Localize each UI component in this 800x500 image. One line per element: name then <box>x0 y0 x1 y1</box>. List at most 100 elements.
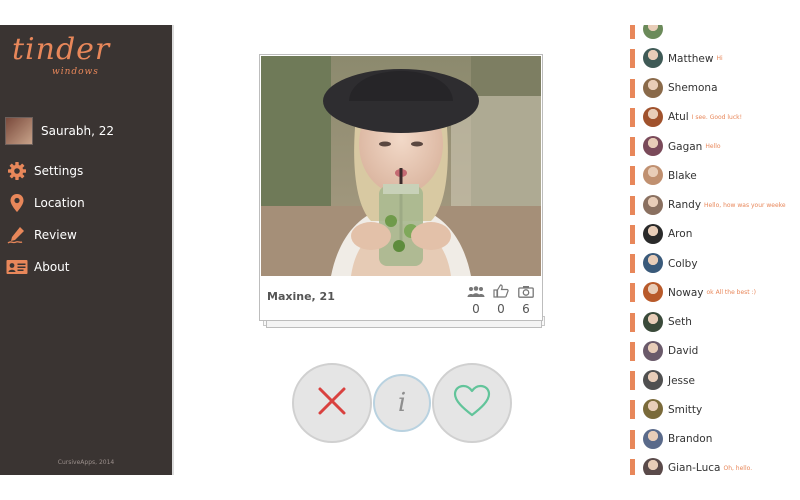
x-icon <box>317 386 347 420</box>
match-avatar[interactable] <box>643 48 663 69</box>
match-text: Gian-Luca Oh, hello. <box>668 454 752 475</box>
match-item[interactable]: Noway ok All the best :) <box>630 278 800 307</box>
match-accent-bar <box>630 283 635 303</box>
match-accent-bar <box>630 49 635 69</box>
match-name: Seth <box>668 316 692 328</box>
match-avatar[interactable] <box>643 253 663 273</box>
match-name: Atul <box>668 111 689 124</box>
match-item[interactable]: Seth <box>630 308 800 337</box>
sidebar-item-label: About <box>34 260 70 274</box>
match-text: Seth <box>668 308 692 337</box>
sidebar-item-settings[interactable]: Settings <box>6 155 85 187</box>
friends-icon <box>467 283 485 302</box>
match-avatar[interactable] <box>643 311 663 332</box>
match-name: Aron <box>668 228 693 241</box>
match-item[interactable]: Randy Hello, how was your weeke <box>630 191 800 220</box>
match-item[interactable]: Gagan Hello <box>630 132 800 161</box>
match-item[interactable]: Gian-Luca Oh, hello. <box>630 454 800 475</box>
info-button[interactable]: i <box>373 374 431 432</box>
match-name: Randy <box>668 199 702 211</box>
match-avatar[interactable] <box>643 165 663 186</box>
match-item[interactable]: Jesse <box>630 366 800 395</box>
match-avatar[interactable] <box>643 340 663 361</box>
user-profile[interactable]: Saurabh, 22 <box>5 117 114 145</box>
match-item[interactable]: Aron <box>630 220 800 249</box>
match-avatar[interactable] <box>643 370 663 390</box>
gear-icon <box>6 161 28 181</box>
match-accent-bar <box>630 371 635 390</box>
match-avatar[interactable] <box>643 106 663 127</box>
sidebar-menu: Settings Location Review About <box>6 155 85 283</box>
match-avatar[interactable] <box>643 25 663 39</box>
sidebar-item-label: Review <box>34 228 77 242</box>
sidebar-item-review[interactable]: Review <box>6 219 85 251</box>
match-accent-bar <box>630 458 635 475</box>
sidebar-item-label: Settings <box>34 164 84 178</box>
match-name: Colby <box>668 257 698 270</box>
match-item[interactable]: Brandon <box>630 425 800 454</box>
match-accent-bar <box>630 429 635 449</box>
match-text: Atul I see. Good luck! <box>668 103 742 132</box>
match-avatar[interactable] <box>643 399 663 420</box>
match-accent-bar <box>630 254 635 273</box>
match-item[interactable]: Blake <box>630 161 800 190</box>
sidebar-item-about[interactable]: About <box>6 251 85 283</box>
match-accent-bar <box>630 400 635 420</box>
match-text: Blake <box>668 161 697 190</box>
match-text: Randy Hello, how was your weeke <box>668 191 786 220</box>
sidebar: tinder windows Saurabh, 22 Settings Loca… <box>0 25 172 475</box>
match-last-message: Hello <box>705 143 721 150</box>
match-text: Smitty <box>668 395 702 424</box>
stat-value: 0 <box>472 302 480 316</box>
match-text: Shemona <box>668 74 718 103</box>
sidebar-item-location[interactable]: Location <box>6 187 85 219</box>
match-avatar[interactable] <box>643 428 663 449</box>
card-name: Maxine, 21 <box>267 290 335 303</box>
profile-photo[interactable] <box>261 56 541 276</box>
match-last-message: I see. Good luck! <box>691 113 743 121</box>
match-last-message: ok All the best :) <box>706 289 756 297</box>
match-item[interactable] <box>630 25 800 44</box>
copyright-text: CursiveApps, 2014 <box>57 459 115 466</box>
match-name: Jesse <box>668 374 695 387</box>
like-button[interactable] <box>432 363 512 443</box>
profile-name: Saurabh, 22 <box>41 124 114 138</box>
match-avatar[interactable] <box>643 457 663 475</box>
avatar[interactable] <box>5 117 33 145</box>
match-item[interactable]: David <box>630 337 800 366</box>
logo-subtitle: windows <box>52 67 99 77</box>
match-item[interactable]: Smitty <box>630 395 800 424</box>
stat-friends: 0 <box>466 283 486 316</box>
match-avatar[interactable] <box>643 282 663 303</box>
match-text: Jesse <box>668 366 695 395</box>
stat-value: 0 <box>497 302 505 316</box>
match-name: Gagan <box>668 140 703 153</box>
match-last-message: Hello, how was your weeke <box>704 201 786 209</box>
match-accent-bar <box>630 107 635 127</box>
match-avatar[interactable] <box>643 194 663 215</box>
match-name: Noway <box>668 286 704 299</box>
sidebar-divider <box>172 25 174 475</box>
sidebar-item-label: Location <box>34 196 85 210</box>
match-accent-bar <box>630 25 635 39</box>
logo-text: tinder <box>12 32 111 67</box>
match-item[interactable]: Matthew Hi <box>630 44 800 73</box>
nope-button[interactable] <box>292 363 372 443</box>
info-icon: i <box>397 388 407 418</box>
match-avatar[interactable] <box>643 136 663 156</box>
app-logo: tinder windows <box>12 32 111 78</box>
match-name: Blake <box>668 169 697 182</box>
match-avatar[interactable] <box>643 77 663 98</box>
match-name: Smitty <box>668 403 703 416</box>
thumbs-up-icon <box>493 283 509 302</box>
match-item[interactable]: Shemona <box>630 74 800 103</box>
match-accent-bar <box>630 312 635 332</box>
match-name: Brandon <box>668 433 713 445</box>
match-item[interactable]: Colby <box>630 249 800 278</box>
match-text: Matthew Hi <box>668 44 723 73</box>
profile-card[interactable]: Maxine, 21 0 0 6 <box>259 54 543 321</box>
match-avatar[interactable] <box>643 223 663 244</box>
match-text: Brandon <box>668 425 712 454</box>
match-item[interactable]: Atul I see. Good luck! <box>630 103 800 132</box>
id-card-icon <box>6 257 28 277</box>
